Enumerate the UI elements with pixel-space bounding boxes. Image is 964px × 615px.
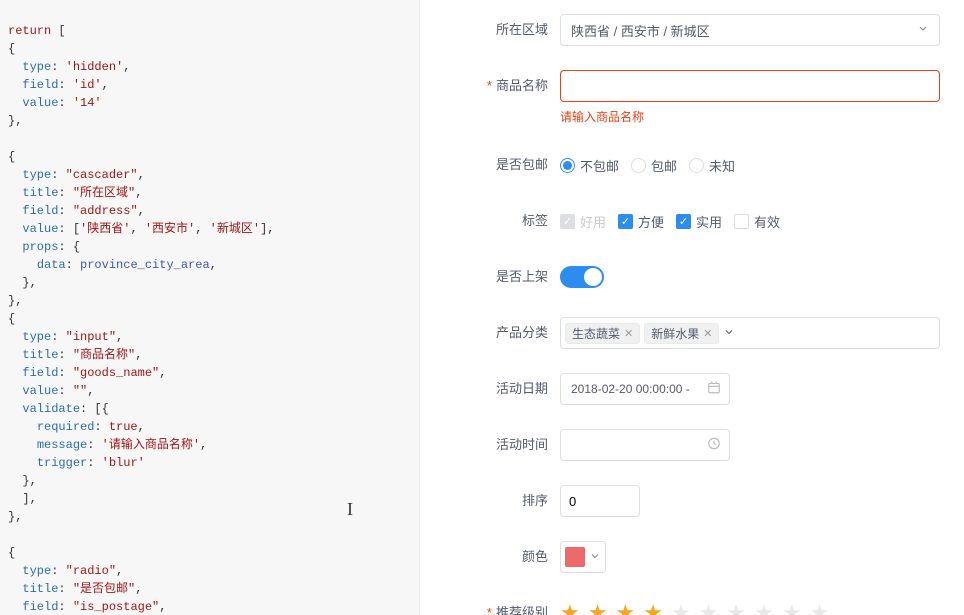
category-tag-1: 新鲜水果 ✕	[644, 323, 719, 344]
star-icon[interactable]: ★	[643, 602, 663, 615]
chevron-down-icon	[917, 23, 929, 38]
star-icon[interactable]: ★	[671, 602, 691, 615]
postage-radio-group: 不包邮 包邮 未知	[560, 149, 940, 181]
tag-chk-2[interactable]: 实用	[676, 212, 722, 231]
star-icon[interactable]: ★	[754, 602, 774, 615]
checkbox-icon	[676, 214, 691, 229]
region-cascader[interactable]: 陕西省 / 西安市 / 新城区	[560, 14, 940, 46]
color-picker[interactable]	[560, 541, 606, 573]
radio-icon	[689, 158, 704, 173]
postage-radio-0[interactable]: 不包邮	[560, 156, 619, 175]
radio-icon	[631, 158, 646, 173]
required-marker: *	[487, 605, 492, 615]
star-icon[interactable]: ★	[810, 602, 830, 615]
time-picker[interactable]	[560, 429, 730, 461]
label-category: 产品分类	[420, 317, 560, 349]
category-select[interactable]: 生态蔬菜 ✕ 新鲜水果 ✕	[560, 317, 940, 349]
goods-name-error: 请输入商品名称	[560, 108, 940, 125]
close-icon[interactable]: ✕	[624, 327, 633, 340]
star-icon[interactable]: ★	[726, 602, 746, 615]
region-value: 陕西省 / 西安市 / 新城区	[571, 21, 710, 40]
label-region: 所在区域	[420, 14, 560, 46]
clock-icon	[707, 437, 721, 454]
checkbox-icon	[618, 214, 633, 229]
form-pane: 所在区域 陕西省 / 西安市 / 新城区 *商品名称 请输入商品名称 是否包邮	[420, 0, 964, 615]
postage-radio-1[interactable]: 包邮	[631, 156, 677, 175]
label-time: 活动时间	[420, 429, 560, 461]
label-tags: 标签	[420, 205, 560, 237]
tags-checkbox-group: 好用 方便 实用 有效	[560, 205, 940, 237]
rate-control[interactable]: ★ ★ ★ ★ ★ ★ ★ ★ ★ ★	[560, 597, 940, 615]
category-tag-0: 生态蔬菜 ✕	[565, 323, 640, 344]
text-cursor-icon: I	[347, 500, 353, 518]
star-icon[interactable]: ★	[699, 602, 719, 615]
chevron-down-icon	[589, 550, 601, 565]
label-rate: *推荐级别	[420, 597, 560, 615]
checkbox-icon	[734, 214, 749, 229]
close-icon[interactable]: ✕	[703, 327, 712, 340]
tag-chk-3[interactable]: 有效	[734, 212, 780, 231]
label-postage: 是否包邮	[420, 149, 560, 181]
goods-name-input[interactable]	[560, 70, 940, 102]
checkbox-icon	[560, 214, 575, 229]
chevron-down-icon	[723, 326, 735, 341]
calendar-icon	[707, 381, 721, 398]
onshelf-switch[interactable]	[560, 266, 604, 288]
label-color: 颜色	[420, 541, 560, 573]
star-icon[interactable]: ★	[588, 602, 608, 615]
star-icon[interactable]: ★	[615, 602, 635, 615]
date-value: 2018-02-20 00:00:00 -	[571, 382, 690, 396]
label-sort: 排序	[420, 485, 560, 517]
kw-return: return	[8, 24, 51, 38]
radio-icon	[560, 158, 575, 173]
date-picker[interactable]: 2018-02-20 00:00:00 -	[560, 373, 730, 405]
postage-radio-2[interactable]: 未知	[689, 156, 735, 175]
tag-chk-1[interactable]: 方便	[618, 212, 664, 231]
star-icon[interactable]: ★	[560, 602, 580, 615]
label-onshelf: 是否上架	[420, 261, 560, 293]
color-swatch	[565, 547, 585, 567]
label-goods-name: *商品名称	[420, 70, 560, 125]
label-date: 活动日期	[420, 373, 560, 405]
required-marker: *	[487, 78, 492, 93]
tag-chk-0: 好用	[560, 212, 606, 231]
star-icon[interactable]: ★	[782, 602, 802, 615]
sort-input[interactable]	[560, 485, 640, 517]
code-editor[interactable]: return [ { type: 'hidden', field: 'id', …	[0, 0, 420, 615]
